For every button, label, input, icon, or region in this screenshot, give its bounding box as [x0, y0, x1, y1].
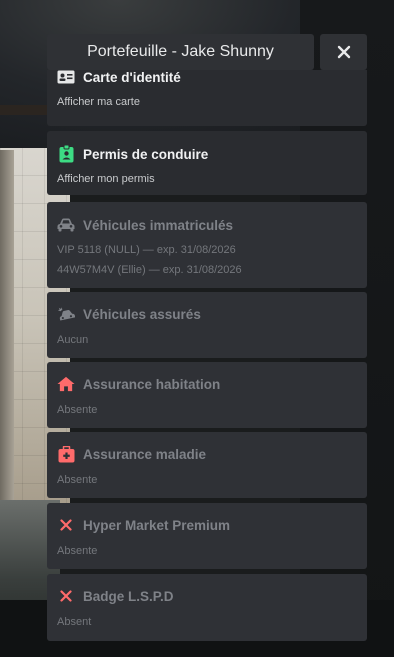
card-title: Assurance maladie: [83, 446, 207, 462]
car-crash-icon: [57, 305, 75, 323]
card-insured-vehicles[interactable]: Véhicules assurés Aucun: [47, 292, 367, 358]
card-title: Badge L.S.P.D: [83, 588, 174, 604]
card-health-insurance[interactable]: Assurance maladie Absente: [47, 432, 367, 498]
vehicle-entry: VIP 5118 (NULL) — exp. 31/08/2026: [57, 244, 236, 256]
card-registered-vehicles[interactable]: Véhicules immatriculés VIP 5118 (NULL) —…: [47, 202, 367, 288]
vehicle-entry: 44W57M4V (Ellie) — exp. 31/08/2026: [57, 264, 242, 276]
car-icon: [57, 216, 75, 234]
card-lspd-badge[interactable]: Badge L.S.P.D Absent: [47, 574, 367, 641]
card-title: Assurance habitation: [83, 376, 221, 392]
card-status-text: Aucun: [57, 334, 89, 346]
background-beam: [0, 105, 48, 115]
card-title: Permis de conduire: [83, 146, 209, 162]
x-icon: [57, 587, 75, 605]
medkit-icon: [57, 445, 75, 463]
close-button[interactable]: [320, 34, 367, 70]
card-title: Véhicules assurés: [83, 306, 201, 322]
card-title: Carte d'identité: [83, 70, 181, 85]
driver-license-icon: [57, 145, 75, 163]
card-status-text: Absente: [57, 474, 98, 486]
card-status-text: Absente: [57, 545, 98, 557]
close-icon: [337, 45, 350, 59]
id-card-icon: [57, 70, 75, 86]
card-title: Véhicules immatriculés: [83, 217, 234, 233]
card-driver-license[interactable]: Permis de conduire Afficher mon permis: [47, 131, 367, 195]
card-title: Hyper Market Premium: [83, 517, 231, 533]
card-hyper-market-premium[interactable]: Hyper Market Premium Absente: [47, 503, 367, 569]
wallet-card-list: Carte d'identité Afficher ma carte Permi…: [47, 70, 367, 645]
house-icon: [57, 375, 75, 393]
card-status-text: Absente: [57, 404, 98, 416]
card-action-text: Afficher ma carte: [57, 96, 140, 108]
wallet-title: Portefeuille - Jake Shunny: [47, 34, 314, 70]
card-home-insurance[interactable]: Assurance habitation Absente: [47, 362, 367, 428]
x-icon: [57, 516, 75, 534]
card-identity[interactable]: Carte d'identité Afficher ma carte: [47, 70, 367, 126]
card-action-text: Afficher mon permis: [57, 173, 155, 185]
card-status-text: Absent: [57, 616, 92, 628]
